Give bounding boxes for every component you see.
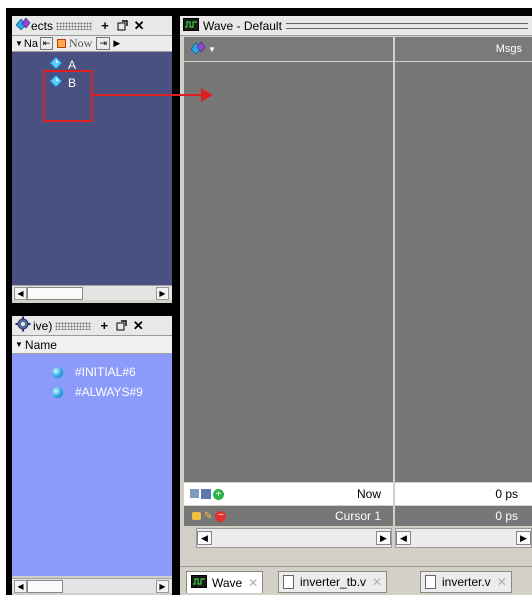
cursor-value: 0 ps — [495, 509, 518, 523]
wrench-icon[interactable]: ✎ — [204, 511, 212, 522]
tab-label: inverter.v — [442, 575, 491, 589]
add-icon[interactable]: + — [98, 19, 112, 33]
list-item[interactable]: #ALWAYS#9 — [52, 385, 143, 399]
objects-column-name: Na — [23, 37, 38, 50]
msgs-column-header[interactable]: Msgs — [395, 37, 532, 61]
add-cursor-icon[interactable]: + — [213, 488, 224, 500]
scroll-right-arrow-icon[interactable]: ▶ — [156, 580, 169, 593]
close-icon[interactable]: ✕ — [372, 575, 382, 589]
wave-cursor-add-icon[interactable] — [190, 488, 199, 498]
cursor-row: ✎ − Cursor 1 0 ps — [184, 506, 532, 526]
close-icon[interactable]: ✕ — [132, 19, 146, 33]
now-label: Now — [68, 36, 93, 50]
wave-window-title: Wave - Default — [203, 18, 282, 33]
wave-window: Wave - Default ▼ Msgs + Now 0 ps ✎ − Cur… — [180, 16, 532, 595]
wave-signal-names-pane[interactable] — [184, 62, 393, 482]
tab-inverter-tb[interactable]: inverter_tb.v ✕ — [278, 571, 388, 593]
undock-icon[interactable] — [114, 319, 128, 333]
annotation-arrow-line — [93, 94, 203, 96]
close-icon[interactable]: ✕ — [248, 576, 258, 590]
wave-window-header: Wave - Default — [180, 16, 532, 36]
scroll-right-arrow-icon[interactable]: ▶ — [376, 531, 391, 545]
close-icon[interactable]: ✕ — [497, 575, 507, 589]
step-forward-icon[interactable]: ⇥ — [96, 37, 111, 50]
now-label: Now — [356, 487, 381, 501]
objects-icon — [15, 17, 31, 34]
tab-label: Wave — [212, 575, 243, 590]
lock-icon[interactable] — [192, 512, 201, 520]
close-icon[interactable]: ✕ — [131, 319, 145, 333]
tab-label: inverter_tb.v — [300, 575, 367, 589]
objects-panel-header: ects + ✕ — [12, 16, 172, 36]
msgs-label: Msgs — [495, 43, 522, 55]
wave-values-horizontal-scrollbar[interactable]: ◀ ▶ — [395, 528, 532, 548]
scroll-right-arrow-icon[interactable]: ▶ — [516, 531, 531, 545]
scroll-left-arrow-icon[interactable]: ◀ — [396, 531, 411, 545]
cursor-row-icons: ✎ − — [192, 510, 227, 522]
objects-panel: ects + ✕ ▼ Na ⇤ Now ⇥ ▶ A B ◀ ▶ — [12, 16, 172, 303]
wave-names-horizontal-scrollbar[interactable]: ◀ ▶ — [196, 528, 392, 548]
cursor-row-label-area: ✎ − Cursor 1 — [184, 506, 393, 526]
scroll-right-arrow-icon[interactable]: ▶ — [156, 287, 169, 300]
wave-objects-icon[interactable] — [190, 41, 206, 58]
process-ball-icon — [52, 386, 63, 398]
now-value: 0 ps — [495, 487, 518, 501]
wave-window-icon — [183, 17, 199, 34]
stop-icon[interactable] — [56, 39, 66, 48]
processes-list: #INITIAL#6 #ALWAYS#9 — [12, 354, 172, 576]
panel-grip-handle[interactable] — [56, 21, 93, 30]
undock-icon[interactable] — [115, 19, 129, 33]
scroll-left-arrow-icon[interactable]: ◀ — [14, 287, 27, 300]
collapse-triangle-icon[interactable]: ▼ — [15, 340, 23, 349]
wave-cursor-edit-icon[interactable] — [201, 488, 211, 499]
scroll-thumb[interactable] — [27, 287, 83, 300]
scroll-left-arrow-icon[interactable]: ◀ — [14, 580, 27, 593]
objects-toolbar: ▼ Na ⇤ Now ⇥ ▶ — [12, 36, 172, 52]
process-name: #INITIAL#6 — [75, 365, 136, 379]
objects-panel-title: ects — [31, 18, 54, 33]
document-icon — [283, 575, 294, 589]
collapse-triangle-icon[interactable]: ▼ — [15, 39, 23, 48]
scroll-right-icon[interactable]: ▶ — [113, 38, 120, 49]
processes-panel-title: ive) — [33, 318, 53, 333]
step-back-icon[interactable]: ⇤ — [39, 37, 53, 50]
processes-column-header[interactable]: ▼ Name — [12, 336, 172, 354]
wave-tab-icon — [191, 574, 207, 591]
process-ball-icon — [52, 366, 63, 378]
annotation-arrow-head — [201, 88, 213, 102]
now-row: + Now 0 ps — [184, 483, 532, 505]
panel-grip-handle[interactable] — [55, 321, 92, 330]
document-tab-bar: Wave ✕ inverter_tb.v ✕ inverter.v ✕ — [180, 566, 532, 595]
scroll-left-arrow-icon[interactable]: ◀ — [197, 531, 212, 545]
document-icon — [425, 575, 436, 589]
title-drag-bar[interactable] — [285, 22, 528, 29]
remove-cursor-icon[interactable]: − — [215, 510, 227, 522]
processes-horizontal-scrollbar[interactable]: ◀ ▶ — [12, 578, 172, 593]
processes-panel: ive) + ✕ ▼ Name #INITIAL#6 #ALWAYS#9 ◀ ▶ — [12, 316, 172, 595]
annotation-highlight-box — [43, 70, 93, 122]
list-item[interactable]: #INITIAL#6 — [52, 365, 136, 379]
chevron-down-icon[interactable]: ▼ — [208, 45, 216, 54]
gear-icon — [15, 316, 31, 335]
scroll-thumb[interactable] — [27, 580, 63, 593]
add-icon[interactable]: + — [97, 319, 111, 333]
now-row-label-area: + Now — [184, 483, 393, 505]
process-name: #ALWAYS#9 — [75, 385, 143, 399]
now-row-icons: + — [190, 488, 224, 500]
wave-values-pane[interactable] — [395, 62, 532, 482]
objects-horizontal-scrollbar[interactable]: ◀ ▶ — [12, 285, 172, 300]
cursor-label[interactable]: Cursor 1 — [335, 509, 393, 523]
tab-wave[interactable]: Wave ✕ — [186, 571, 264, 593]
tab-inverter[interactable]: inverter.v ✕ — [420, 571, 512, 593]
wave-toolbar: ▼ — [184, 37, 393, 61]
column-name: Name — [24, 337, 57, 352]
processes-panel-header: ive) + ✕ — [12, 316, 172, 336]
